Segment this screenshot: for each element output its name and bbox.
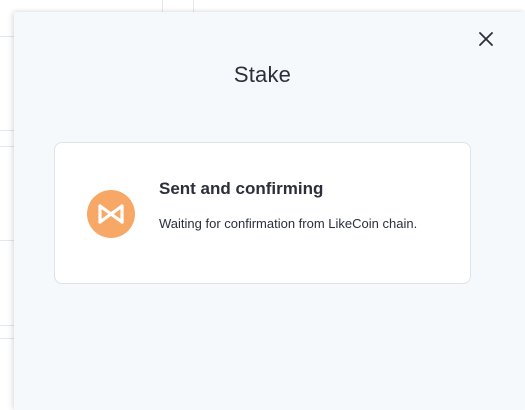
close-button[interactable] [477, 30, 495, 48]
stake-modal: Stake Sent and confirming Waiting for co… [14, 12, 525, 410]
status-message: Waiting for confirmation from LikeCoin c… [159, 216, 418, 231]
status-heading: Sent and confirming [159, 179, 324, 198]
likecoin-icon [87, 190, 135, 238]
close-icon [479, 32, 493, 46]
modal-title: Stake [233, 62, 292, 87]
status-card: Sent and confirming Waiting for confirma… [54, 142, 471, 284]
